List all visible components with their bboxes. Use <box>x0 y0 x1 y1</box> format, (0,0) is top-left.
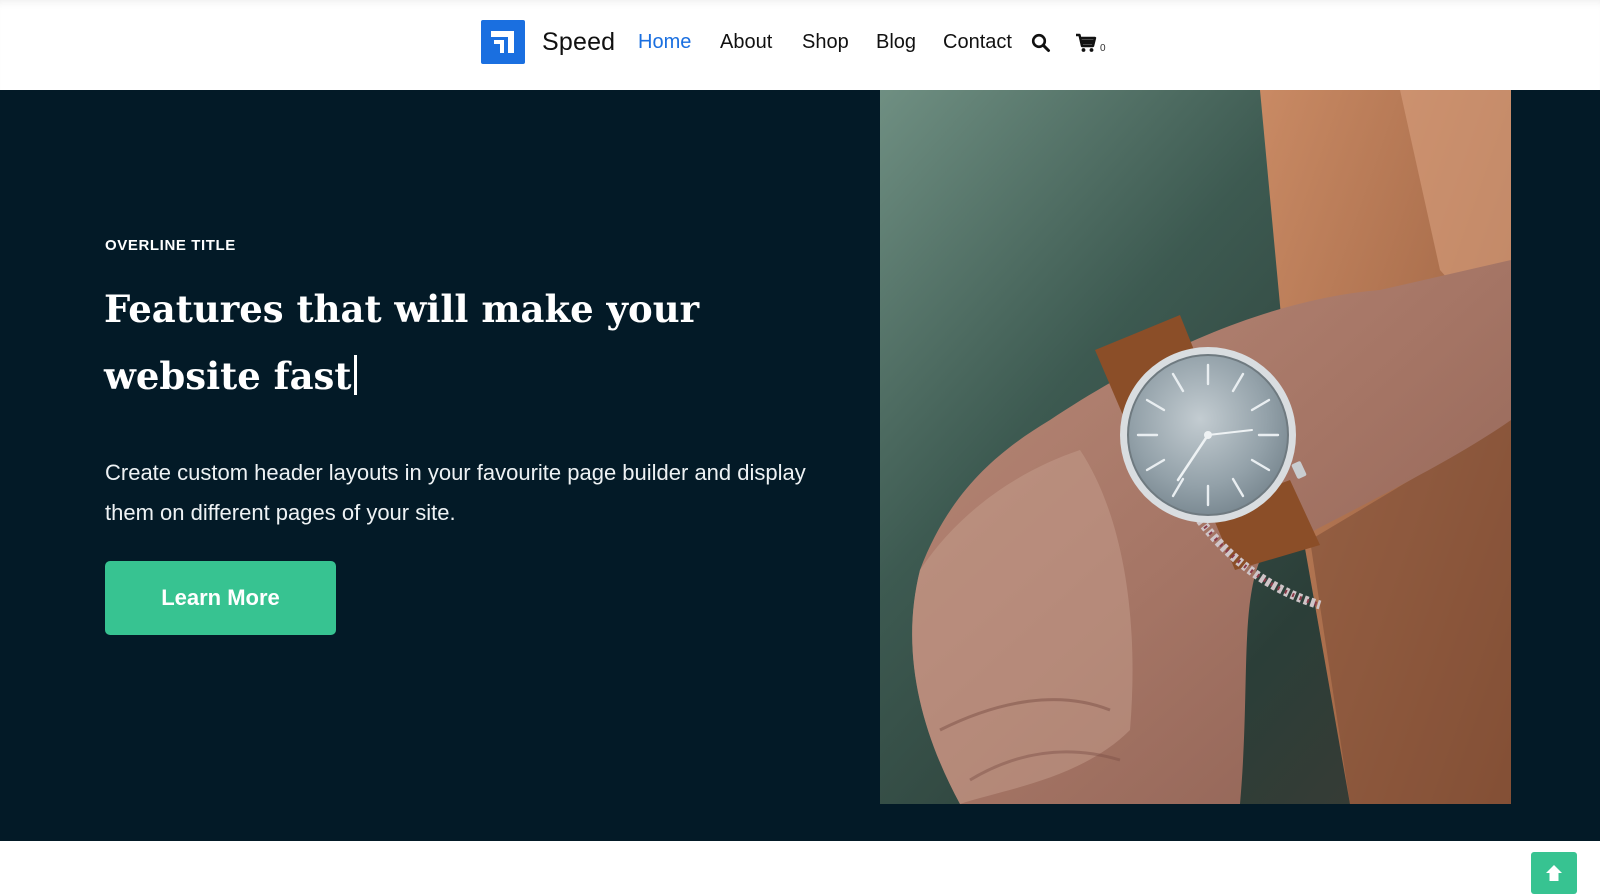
brand-name[interactable]: Speed <box>542 27 615 57</box>
wristwatch-photo <box>880 90 1511 804</box>
nav-blog[interactable]: Blog <box>876 30 916 54</box>
nav-shop[interactable]: Shop <box>802 30 849 54</box>
search-icon[interactable] <box>1031 33 1051 53</box>
learn-more-button[interactable]: Learn More <box>105 561 336 635</box>
site-header: Speed Home About Shop Blog Contact 0 <box>0 0 1600 90</box>
hero-title: Features that will make your website fas… <box>104 276 824 410</box>
cart-icon[interactable] <box>1075 32 1097 54</box>
nav-about[interactable]: About <box>720 30 772 54</box>
logo-icon[interactable] <box>481 20 525 64</box>
text-cursor <box>354 355 358 395</box>
nav-contact[interactable]: Contact <box>943 30 1012 54</box>
overline-title: OVERLINE TITLE <box>105 237 236 254</box>
arrow-up-icon <box>1546 865 1562 881</box>
hero-section: OVERLINE TITLE Features that will make y… <box>0 90 1600 894</box>
hero-description: Create custom header layouts in your fav… <box>105 460 806 525</box>
scroll-to-top-button[interactable] <box>1531 852 1577 894</box>
nav-home[interactable]: Home <box>638 30 691 54</box>
cart-count-badge: 0 <box>1100 43 1106 54</box>
hero-title-text: Features that will make your website fas… <box>104 287 700 398</box>
